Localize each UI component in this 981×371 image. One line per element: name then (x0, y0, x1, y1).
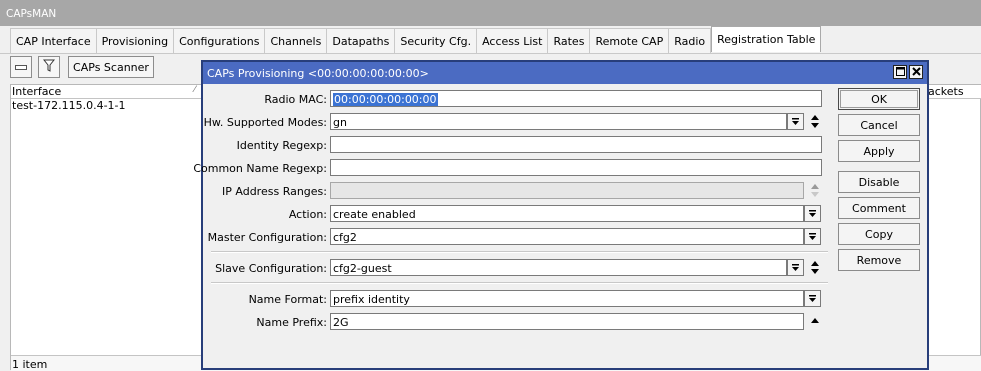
radio-mac-label: Radio MAC: (264, 93, 327, 106)
separator (211, 282, 828, 284)
name-prefix-label: Name Prefix: (256, 316, 327, 329)
remove-entry-button[interactable]: Remove (838, 249, 920, 271)
ip-ranges-field[interactable] (330, 182, 804, 199)
close-icon (911, 66, 921, 78)
slave-config-label: Slave Configuration: (215, 262, 327, 275)
ok-button[interactable]: OK (838, 88, 920, 110)
master-config-dropdown[interactable] (804, 228, 821, 245)
tab-configurations[interactable]: Configurations (174, 28, 266, 53)
remove-button[interactable] (10, 56, 32, 78)
up-down-icon[interactable] (809, 182, 821, 199)
column-packets[interactable]: ackets (928, 85, 964, 98)
tab-remote-cap[interactable]: Remote CAP (590, 28, 670, 53)
dropdown-icon (805, 291, 820, 306)
ip-ranges-label: IP Address Ranges: (222, 185, 327, 198)
tab-channels[interactable]: Channels (265, 28, 328, 53)
cancel-button[interactable]: Cancel (838, 114, 920, 136)
tab-bar: CAP Interface Provisioning Configuration… (10, 26, 822, 53)
action-label: Action: (288, 208, 327, 221)
master-config-label: Master Configuration: (207, 231, 327, 244)
tab-registration-table[interactable]: Registration Table (711, 26, 822, 52)
window-title: CAPsMAN (0, 0, 981, 26)
identity-regexp-label: Identity Regexp: (236, 139, 327, 152)
action-dropdown[interactable] (804, 205, 821, 222)
column-interface[interactable]: Interface (12, 85, 61, 98)
up-icon[interactable] (809, 313, 821, 330)
item-count: 1 item (12, 358, 48, 371)
table-row[interactable]: test-172.115.0.4-1-1 (11, 99, 126, 112)
row-interface: test-172.115.0.4-1-1 (12, 99, 126, 112)
caps-provisioning-dialog: CAPs Provisioning <00:00:00:00:00:00> Ra… (193, 60, 929, 370)
master-config-field[interactable]: cfg2 (330, 228, 804, 245)
hw-modes-label: Hw. Supported Modes: (203, 116, 327, 129)
name-format-dropdown[interactable] (804, 290, 821, 307)
dropdown-icon (805, 229, 820, 244)
separator (211, 251, 828, 253)
tab-provisioning[interactable]: Provisioning (96, 28, 175, 53)
radio-mac-value: 00:00:00:00:00:00 (333, 93, 438, 106)
slave-config-field[interactable]: cfg2-guest (330, 259, 787, 276)
comment-button[interactable]: Comment (838, 197, 920, 219)
copy-button[interactable]: Copy (838, 223, 920, 245)
common-name-regexp-label: Common Name Regexp: (193, 162, 327, 175)
caps-scanner-button[interactable]: CAPs Scanner (68, 56, 154, 78)
name-prefix-field[interactable]: 2G (330, 313, 804, 330)
radio-mac-field[interactable]: 00:00:00:00:00:00 (330, 90, 822, 107)
restore-icon (895, 66, 905, 78)
sort-icon: ⁄ (194, 85, 196, 95)
hw-modes-dropdown[interactable] (787, 113, 804, 130)
disable-button[interactable]: Disable (838, 171, 920, 193)
tab-cap-interface[interactable]: CAP Interface (11, 28, 97, 53)
restore-button[interactable] (893, 65, 907, 79)
tab-access-list[interactable]: Access List (477, 28, 549, 53)
tab-radio[interactable]: Radio (669, 28, 712, 53)
tab-security-cfg[interactable]: Security Cfg. (395, 28, 478, 53)
dialog-title: CAPs Provisioning <00:00:00:00:00:00> (203, 62, 927, 84)
action-field[interactable]: create enabled (330, 205, 804, 222)
tab-datapaths[interactable]: Datapaths (327, 28, 396, 53)
slave-config-dropdown[interactable] (787, 259, 804, 276)
up-down-icon[interactable] (809, 259, 821, 276)
hw-modes-field[interactable]: gn (330, 113, 787, 130)
close-button[interactable] (909, 65, 923, 79)
dropdown-icon (805, 206, 820, 221)
common-name-regexp-field[interactable] (330, 159, 822, 176)
identity-regexp-field[interactable] (330, 136, 822, 153)
tab-divider (0, 53, 981, 54)
minus-icon (15, 61, 27, 74)
name-format-field[interactable]: prefix identity (330, 290, 804, 307)
name-format-label: Name Format: (248, 293, 327, 306)
dropdown-icon (788, 114, 803, 129)
filter-icon (42, 59, 56, 75)
tab-rates[interactable]: Rates (548, 28, 591, 53)
up-down-icon[interactable] (809, 113, 821, 130)
dropdown-icon (788, 260, 803, 275)
filter-button[interactable] (38, 56, 60, 78)
apply-button[interactable]: Apply (838, 140, 920, 162)
